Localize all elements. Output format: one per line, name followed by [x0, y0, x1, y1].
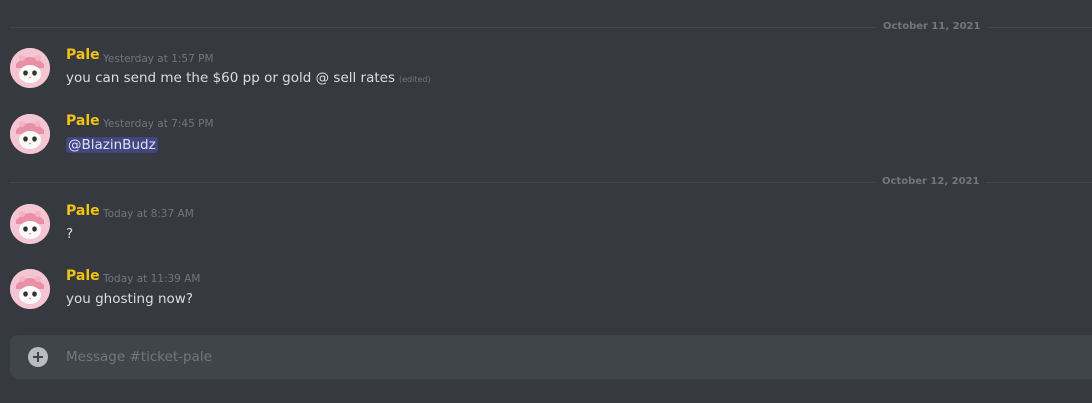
message-author[interactable]: Pale [66, 111, 100, 131]
message-content: you can send me the $60 pp or gold @ sel… [66, 68, 431, 90]
avatar[interactable] [10, 114, 50, 154]
edited-label: (edited) [399, 75, 431, 84]
message-input[interactable] [66, 335, 1066, 379]
message: Pale Today at 11:39 AM you ghosting now? [0, 266, 1092, 323]
message-timestamp[interactable]: Today at 11:39 AM [103, 271, 200, 287]
message: Pale Yesterday at 7:45 PM @BlazinBudz [0, 111, 1092, 168]
message-author[interactable]: Pale [66, 45, 100, 65]
message-content: @BlazinBudz [66, 135, 158, 155]
message-text: you can send me the $60 pp or gold @ sel… [66, 70, 395, 86]
message-timestamp[interactable]: Today at 8:37 AM [103, 206, 194, 222]
message: Pale Today at 8:37 AM ? [0, 201, 1092, 258]
message-timestamp[interactable]: Yesterday at 7:45 PM [103, 116, 214, 132]
plus-circle-icon[interactable] [28, 347, 48, 367]
message-author[interactable]: Pale [66, 266, 100, 286]
date-divider-label: October 11, 2021 [876, 20, 988, 34]
avatar[interactable] [10, 48, 50, 88]
message-timestamp[interactable]: Yesterday at 1:57 PM [103, 51, 214, 67]
message-author[interactable]: Pale [66, 201, 100, 221]
user-mention[interactable]: @BlazinBudz [66, 137, 158, 153]
message-text: ? [66, 226, 74, 242]
message-content: you ghosting now? [66, 289, 193, 309]
message-text: you ghosting now? [66, 291, 193, 307]
message-composer [10, 335, 1092, 379]
message: Pale Yesterday at 1:57 PM you can send m… [0, 45, 1092, 102]
chat-area: October 11, 2021 Pale Yesterday at 1:57 … [0, 0, 1092, 403]
date-divider-label: October 12, 2021 [875, 175, 987, 189]
message-content: ? [66, 224, 73, 244]
avatar[interactable] [10, 204, 50, 244]
avatar[interactable] [10, 269, 50, 309]
